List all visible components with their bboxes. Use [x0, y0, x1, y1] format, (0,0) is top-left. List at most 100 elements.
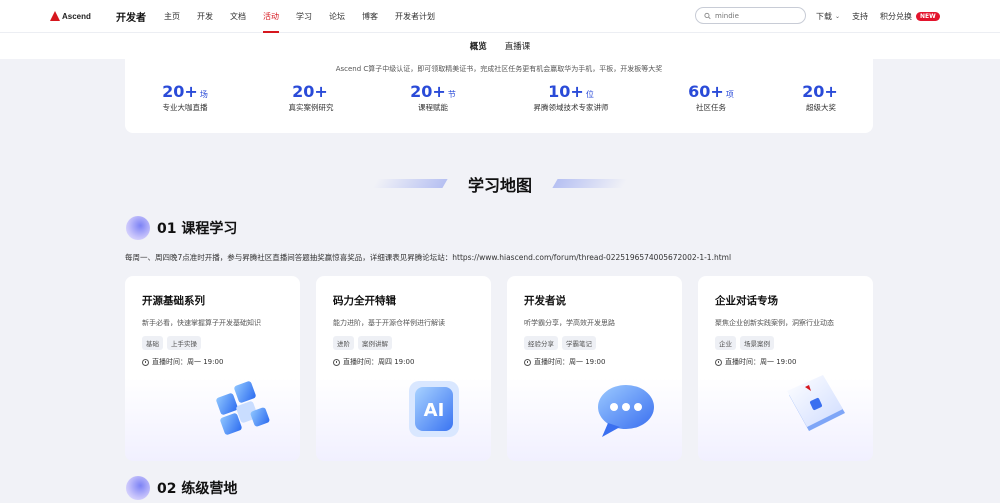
stat-label: 课程赋能: [418, 103, 448, 112]
stat-unit: 场: [199, 90, 208, 99]
nav-link-learning[interactable]: 学习: [296, 0, 312, 33]
tab-live-courses[interactable]: 直播课: [505, 40, 531, 52]
nav-right: 下载 ⌄ 支持 积分兑换 NEW: [816, 0, 952, 33]
search-box[interactable]: [695, 7, 806, 24]
clock-icon: [715, 358, 722, 366]
stat-label: 社区任务: [696, 103, 726, 112]
stat-number: 20+: [162, 82, 198, 101]
support-link[interactable]: 支持: [852, 11, 868, 22]
tab-overview[interactable]: 概览: [470, 40, 487, 52]
nav-link-develop[interactable]: 开发: [197, 0, 213, 33]
stat-item: 10+ 位 昇腾领域技术专家讲师: [511, 82, 631, 113]
section-title: 01 课程学习: [157, 221, 238, 237]
stat-unit: 项: [725, 90, 734, 99]
card-subtitle: 新手必看，快速掌握算子开发基础知识: [142, 319, 261, 327]
time-label: 直播时间：周一 19:00: [534, 358, 606, 366]
stat-item: 20+ 场 专业大咖直播: [125, 82, 245, 113]
tag: 经验分享: [524, 336, 558, 350]
clock-icon: [524, 358, 531, 366]
card-time: 直播时间：周一 19:00: [715, 357, 796, 367]
orb-icon: [126, 476, 150, 500]
tag: 基础: [142, 336, 163, 350]
stat-unit: 节: [447, 90, 456, 99]
stats-row: 20+ 场 专业大咖直播 20+ 真实案例研究 20+ 节 课程赋能 10+ 位 昇腾…: [125, 82, 873, 122]
learning-map-title: 学习地图: [467, 176, 532, 195]
card-tags: 基础 上手实操: [142, 336, 205, 350]
course-card[interactable]: 企业对话专场 聚焦企业创新实践案例，洞察行业动态 企业 场景案例 直播时间：周一…: [698, 276, 873, 461]
stat-item: 60+ 项 社区任务: [651, 82, 771, 113]
points-exchange-link[interactable]: 积分兑换 NEW: [880, 11, 940, 22]
card-title: 开发者说: [524, 295, 566, 307]
download-label: 下载: [816, 12, 832, 21]
section-title: 02 练级营地: [157, 481, 238, 497]
tag: 企业: [715, 336, 736, 350]
nav-link-developer-program[interactable]: 开发者计划: [395, 0, 435, 33]
tag: 学霸笔记: [562, 336, 596, 350]
tag: 上手实操: [167, 336, 201, 350]
stat-number: 60+: [688, 82, 724, 101]
stat-item: 20+ 真实案例研究: [251, 82, 371, 113]
course-card[interactable]: 开发者说 听学霸分享，学高效开发思路 经验分享 学霸笔记 直播时间：周一 19:…: [507, 276, 682, 461]
stat-number: 20+: [292, 82, 328, 101]
chevron-down-icon: ⌄: [835, 13, 841, 20]
main-nav: 主页 开发 文档 活动 学习 论坛 博客 开发者计划: [164, 0, 452, 33]
card-title: 开源基础系列: [142, 295, 205, 307]
stat-unit: 位: [585, 90, 594, 99]
clock-icon: [142, 358, 149, 366]
card-time: 直播时间：周一 19:00: [524, 357, 605, 367]
time-label: 直播时间：周一 19:00: [725, 358, 797, 366]
stat-number: 20+: [410, 82, 446, 101]
orb-icon: [126, 216, 150, 240]
top-navbar: Ascend 开发者 主页 开发 文档 活动 学习 论坛 博客 开发者计划 下载…: [0, 0, 1000, 33]
section-description: 每周一、周四晚7点准时开播，参与昇腾社区直播间答题抽奖赢惊喜奖品，详细课表见昇腾…: [125, 253, 732, 262]
card-subtitle: 听学霸分享，学高效开发思路: [524, 319, 615, 327]
card-title: 企业对话专场: [715, 295, 778, 307]
svg-text:AI: AI: [424, 400, 445, 421]
nav-link-activities[interactable]: 活动: [263, 0, 279, 33]
card-tags: 企业 场景案例: [715, 336, 778, 350]
stat-number: 10+: [548, 82, 584, 101]
time-label: 直播时间：周一 19:00: [152, 358, 224, 366]
sub-navbar: 概览 直播课: [0, 33, 1000, 59]
cube-icon: [216, 381, 270, 435]
tag: 案例讲解: [358, 336, 392, 350]
card-title: 码力全开特辑: [333, 295, 396, 307]
nav-link-forum[interactable]: 论坛: [329, 0, 345, 33]
section-header-course-learning: 01 课程学习: [126, 216, 237, 240]
ascend-book-icon: [787, 375, 845, 431]
card-time: 直播时间：周一 19:00: [142, 357, 223, 367]
card-subtitle: 能力进阶，基于开源仓样例进行解读: [333, 319, 445, 327]
stat-item: 20+ 超级大奖: [761, 82, 881, 113]
nav-link-blog[interactable]: 博客: [362, 0, 378, 33]
course-card[interactable]: 码力全开特辑 能力进阶，基于开源仓样例进行解读 进阶 案例讲解 直播时间：周四 …: [316, 276, 491, 461]
card-tags: 经验分享 学霸笔记: [524, 336, 600, 350]
new-badge: NEW: [916, 12, 940, 21]
stat-label: 昇腾领域技术专家讲师: [533, 103, 609, 112]
nav-link-docs[interactable]: 文档: [230, 0, 246, 33]
stat-label: 专业大咖直播: [162, 103, 208, 112]
search-icon: [704, 12, 711, 19]
course-card[interactable]: 开源基础系列 新手必看，快速掌握算子开发基础知识 基础 上手实操 直播时间：周一…: [125, 276, 300, 461]
brand-title[interactable]: 开发者: [116, 9, 146, 24]
stat-label: 真实案例研究: [288, 103, 334, 112]
ascend-logo[interactable]: Ascend: [50, 11, 100, 21]
points-label: 积分兑换: [880, 12, 913, 21]
nav-link-home[interactable]: 主页: [164, 0, 180, 33]
download-menu[interactable]: 下载 ⌄: [816, 11, 840, 22]
ascend-logo-icon: [50, 11, 60, 21]
tag: 进阶: [333, 336, 354, 350]
card-tags: 进阶 案例讲解: [333, 336, 396, 350]
section-header-training-camp: 02 练级营地: [126, 476, 237, 500]
stat-item: 20+ 节 课程赋能: [373, 82, 493, 113]
ai-chip-icon: AI: [409, 381, 459, 437]
stat-number: 20+: [802, 82, 838, 101]
logo-text: Ascend: [62, 11, 91, 21]
chat-bubble-icon: [598, 385, 654, 437]
stats-description: Ascend C算子中级认证，即可领取精美证书，完成社区任务更有机会赢取华为手机…: [335, 65, 663, 73]
clock-icon: [333, 358, 340, 366]
card-subtitle: 聚焦企业创新实践案例，洞察行业动态: [715, 319, 834, 327]
time-label: 直播时间：周四 19:00: [343, 358, 415, 366]
card-time: 直播时间：周四 19:00: [333, 357, 414, 367]
stat-label: 超级大奖: [806, 103, 836, 112]
search-input[interactable]: [715, 11, 805, 20]
